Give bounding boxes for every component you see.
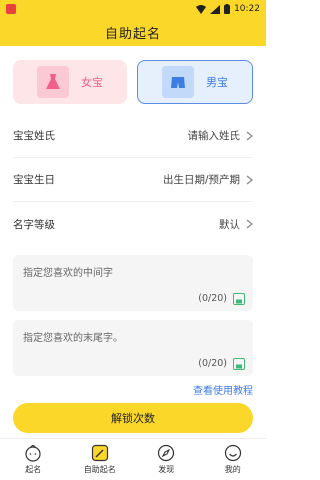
surname-label: 宝宝姓氏: [13, 130, 55, 142]
birthday-label: 宝宝生日: [13, 174, 55, 186]
chevron-right-icon: [246, 219, 253, 229]
shorts-icon: [162, 66, 194, 98]
surname-input[interactable]: 请输入姓氏: [188, 128, 241, 143]
boy-label: 男宝: [206, 76, 228, 89]
smile-icon: [224, 444, 241, 462]
girl-label: 女宝: [81, 76, 103, 89]
birthday-row[interactable]: 宝宝生日 出生日期/预产期: [13, 158, 253, 202]
tab-naming-label: 起名: [25, 465, 42, 474]
tab-self-naming[interactable]: 自助起名: [67, 439, 134, 480]
dress-icon: [37, 66, 69, 98]
title-bar: 自助起名: [0, 18, 266, 46]
last-char-textarea[interactable]: 指定您喜欢的末尾字。 (0/20): [13, 320, 253, 376]
unlock-times-button[interactable]: 解锁次数: [13, 403, 253, 433]
bottom-tab-bar: 起名 自助起名 发现 我的: [0, 438, 266, 480]
status-time: 10:22: [234, 4, 260, 14]
name-grade-row[interactable]: 名字等级 默认: [13, 202, 253, 246]
grade-label: 名字等级: [13, 218, 55, 231]
chevron-right-icon: [246, 174, 253, 185]
middle-char-counter: (0/20): [198, 293, 227, 304]
save-icon[interactable]: [233, 358, 245, 370]
gender-selector: 女宝 男宝: [0, 46, 266, 114]
tab-self-naming-label: 自助起名: [83, 465, 116, 474]
page-title: 自助起名: [104, 26, 161, 42]
status-icons: 10:22: [196, 4, 260, 14]
compass-icon: [158, 444, 175, 462]
gender-girl-option[interactable]: 女宝: [13, 60, 127, 104]
middle-char-textarea[interactable]: 指定您喜欢的中间字 (0/20): [13, 255, 253, 311]
unlock-label: 解锁次数: [111, 412, 155, 425]
signal-icon: [210, 4, 221, 14]
tab-mine[interactable]: 我的: [200, 439, 267, 480]
chevron-right-icon: [246, 130, 253, 141]
battery-icon: [224, 4, 231, 14]
tab-mine-label: 我的: [224, 465, 241, 474]
app-badge-icon: [6, 4, 16, 14]
baby-face-icon: [25, 444, 41, 462]
edit-icon: [91, 444, 108, 462]
tab-discover-label: 发现: [158, 465, 175, 474]
gender-boy-option[interactable]: 男宝: [137, 60, 253, 104]
status-bar: 10:22: [0, 0, 266, 18]
save-icon[interactable]: [233, 293, 245, 305]
last-char-placeholder: 指定您喜欢的末尾字。: [23, 333, 123, 344]
wifi-icon: [196, 4, 207, 14]
last-char-counter: (0/20): [198, 358, 227, 369]
surname-row[interactable]: 宝宝姓氏 请输入姓氏: [13, 114, 253, 158]
birthday-picker[interactable]: 出生日期/预产期: [163, 172, 240, 187]
tab-naming[interactable]: 起名: [0, 439, 67, 480]
grade-select[interactable]: 默认: [219, 217, 240, 232]
middle-char-placeholder: 指定您喜欢的中间字: [23, 268, 113, 279]
tutorial-link[interactable]: 查看使用教程: [0, 376, 266, 397]
tab-discover[interactable]: 发现: [133, 439, 200, 480]
